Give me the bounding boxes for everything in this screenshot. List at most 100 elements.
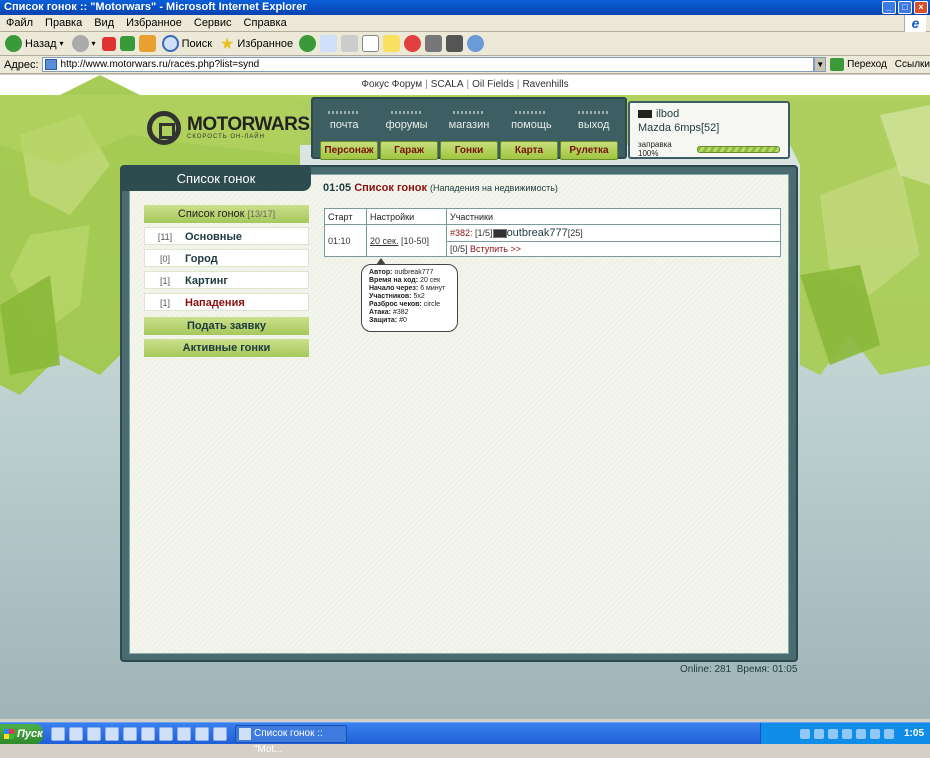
minimize-button[interactable]: _ <box>882 1 896 14</box>
media-icon[interactable] <box>425 35 443 52</box>
menu-favorites[interactable]: Избранное <box>120 15 188 31</box>
server-time: Время: 01:05 <box>736 664 798 675</box>
quicklaunch-icon[interactable] <box>141 726 155 741</box>
online-count: Online: 281 <box>680 664 732 675</box>
user-panel: ilbod Mazda 6mps[52] заправка 100% <box>628 101 790 159</box>
quicklaunch-icon[interactable] <box>195 726 209 741</box>
mail-icon[interactable] <box>320 35 338 52</box>
forward-button[interactable]: ▾ <box>70 35 98 52</box>
section-header: Список гонок <box>121 167 311 191</box>
tray-icon[interactable] <box>883 728 894 739</box>
sidebar-menu: Список гонок [13/17] [11] Основные [0] Гор… <box>144 205 309 357</box>
sidebar-item-attacks[interactable]: [1] Нападения <box>144 293 309 311</box>
taskbar-ie-window[interactable]: Список гонок :: "Mot... <box>235 724 347 755</box>
search-icon <box>161 35 179 52</box>
star-icon: ★ <box>220 35 235 53</box>
page-time: 01:05 <box>323 182 352 194</box>
user-name[interactable]: ilbod <box>656 108 679 120</box>
fuel-label: заправка 100% <box>638 140 672 158</box>
nav-exit[interactable]: выход <box>566 111 622 131</box>
cell-join: [0/5] Вступить >> <box>446 241 781 257</box>
menu-tools[interactable]: Сервис <box>188 15 238 31</box>
user-car[interactable]: Mazda 6mps[52] <box>638 122 780 134</box>
back-button[interactable]: Назад ▾ <box>3 35 66 52</box>
menu-file[interactable]: Файл <box>0 15 39 31</box>
menu-bar: Файл Правка Вид Избранное Сервис Справка <box>0 15 930 32</box>
menu-edit[interactable]: Правка <box>39 15 88 31</box>
logo-emblem-icon <box>147 111 181 145</box>
cell-participants: #382: [1/5] outbreak777[25] <box>446 224 781 242</box>
quicklaunch-icon[interactable] <box>123 726 137 741</box>
quick-launch <box>43 726 227 741</box>
page-subtitle: (Нападения на недвижимость) <box>430 183 558 193</box>
nav-map-button[interactable]: Карта <box>500 141 558 160</box>
quicklaunch-icon[interactable] <box>51 726 65 741</box>
tooltip-row: Время на ход: 20 сек <box>369 277 441 284</box>
submit-request-button[interactable]: Подать заявку <box>144 317 309 335</box>
start-button[interactable]: Пуск <box>0 723 43 744</box>
menu-view[interactable]: Вид <box>88 15 120 31</box>
settings-link[interactable]: 20 сек. <box>370 236 398 246</box>
active-races-button[interactable]: Активные гонки <box>144 339 309 357</box>
go-button[interactable]: Переход <box>826 58 887 71</box>
quicklaunch-icon[interactable] <box>105 726 119 741</box>
history-icon[interactable] <box>299 35 317 52</box>
users-icon[interactable] <box>467 35 485 52</box>
maximize-button[interactable]: □ <box>898 1 912 14</box>
clock[interactable]: 1:05 <box>904 728 924 739</box>
tooltip-row: Начало через: 6 минут <box>369 285 446 292</box>
window-titlebar: Список гонок :: "Motorwars" - Microsoft … <box>0 0 930 15</box>
refresh-icon[interactable] <box>119 36 135 51</box>
windows-logo-icon <box>4 728 14 739</box>
tray-icon[interactable] <box>799 728 810 739</box>
print-icon[interactable] <box>341 35 359 52</box>
sidebar-item-main[interactable]: [11] Основные <box>144 227 309 245</box>
film-icon[interactable] <box>446 35 464 52</box>
sidebar-list-title[interactable]: Список гонок [13/17] <box>144 205 309 223</box>
address-dropdown[interactable]: ▼ <box>814 57 827 72</box>
nav-mail[interactable]: почта <box>316 111 372 131</box>
sidebar-item-city[interactable]: [0] Город <box>144 249 309 267</box>
page-icon <box>44 59 57 70</box>
tooltip-row: Автор: outbreak777 <box>369 269 434 276</box>
player-link[interactable]: outbreak777 <box>507 227 568 239</box>
race-info-tooltip: Автор: outbreak777 Время на ход: 20 сек … <box>361 258 458 332</box>
quicklaunch-icon[interactable] <box>159 726 173 741</box>
quicklaunch-icon[interactable] <box>177 726 191 741</box>
tray-icon[interactable] <box>813 728 824 739</box>
tooltip-row: Защита: #0 <box>369 317 407 324</box>
links-button[interactable]: Ссылки <box>887 59 930 70</box>
quicklaunch-icon[interactable] <box>87 726 101 741</box>
nav-forums[interactable]: форумы <box>379 111 435 131</box>
stop-icon[interactable] <box>101 36 116 51</box>
tray-icon[interactable] <box>827 728 838 739</box>
join-link[interactable]: Вступить >> <box>470 244 521 254</box>
nav-roulette-button[interactable]: Рулетка <box>560 141 618 160</box>
quicklaunch-icon[interactable] <box>213 726 227 741</box>
messenger-icon[interactable] <box>404 35 422 52</box>
favorites-button[interactable]: ★ Избранное <box>218 34 295 54</box>
nav-races-button[interactable]: Гонки <box>440 141 498 160</box>
quicklaunch-icon[interactable] <box>69 726 83 741</box>
table-row: 01:10 20 сек. [10-50] #382: [1/5] outbrea… <box>324 224 781 257</box>
home-icon[interactable] <box>138 35 156 52</box>
ie-logo-icon: e <box>904 15 926 32</box>
sidebar-item-karting[interactable]: [1] Картинг <box>144 271 309 289</box>
address-input[interactable]: http://www.motorwars.ru/races.php?list=s… <box>41 57 815 72</box>
col-settings-header: Настройки <box>366 208 447 225</box>
col-participants-header: Участники <box>446 208 781 225</box>
nav-garage-button[interactable]: Гараж <box>380 141 438 160</box>
search-button[interactable]: Поиск <box>160 35 214 52</box>
nav-shop[interactable]: магазин <box>441 111 497 131</box>
menu-help[interactable]: Справка <box>238 15 293 31</box>
nav-character-button[interactable]: Персонаж <box>320 141 378 160</box>
notes-icon[interactable] <box>383 35 401 52</box>
system-tray: 1:05 <box>760 723 930 744</box>
page-heading: Список гонок <box>354 182 427 194</box>
tray-icon[interactable] <box>841 728 852 739</box>
edit-icon[interactable] <box>362 35 380 52</box>
tray-icon[interactable] <box>855 728 866 739</box>
nav-help[interactable]: помощь <box>503 111 559 131</box>
tray-icon[interactable] <box>869 728 880 739</box>
close-button[interactable]: × <box>914 1 928 14</box>
